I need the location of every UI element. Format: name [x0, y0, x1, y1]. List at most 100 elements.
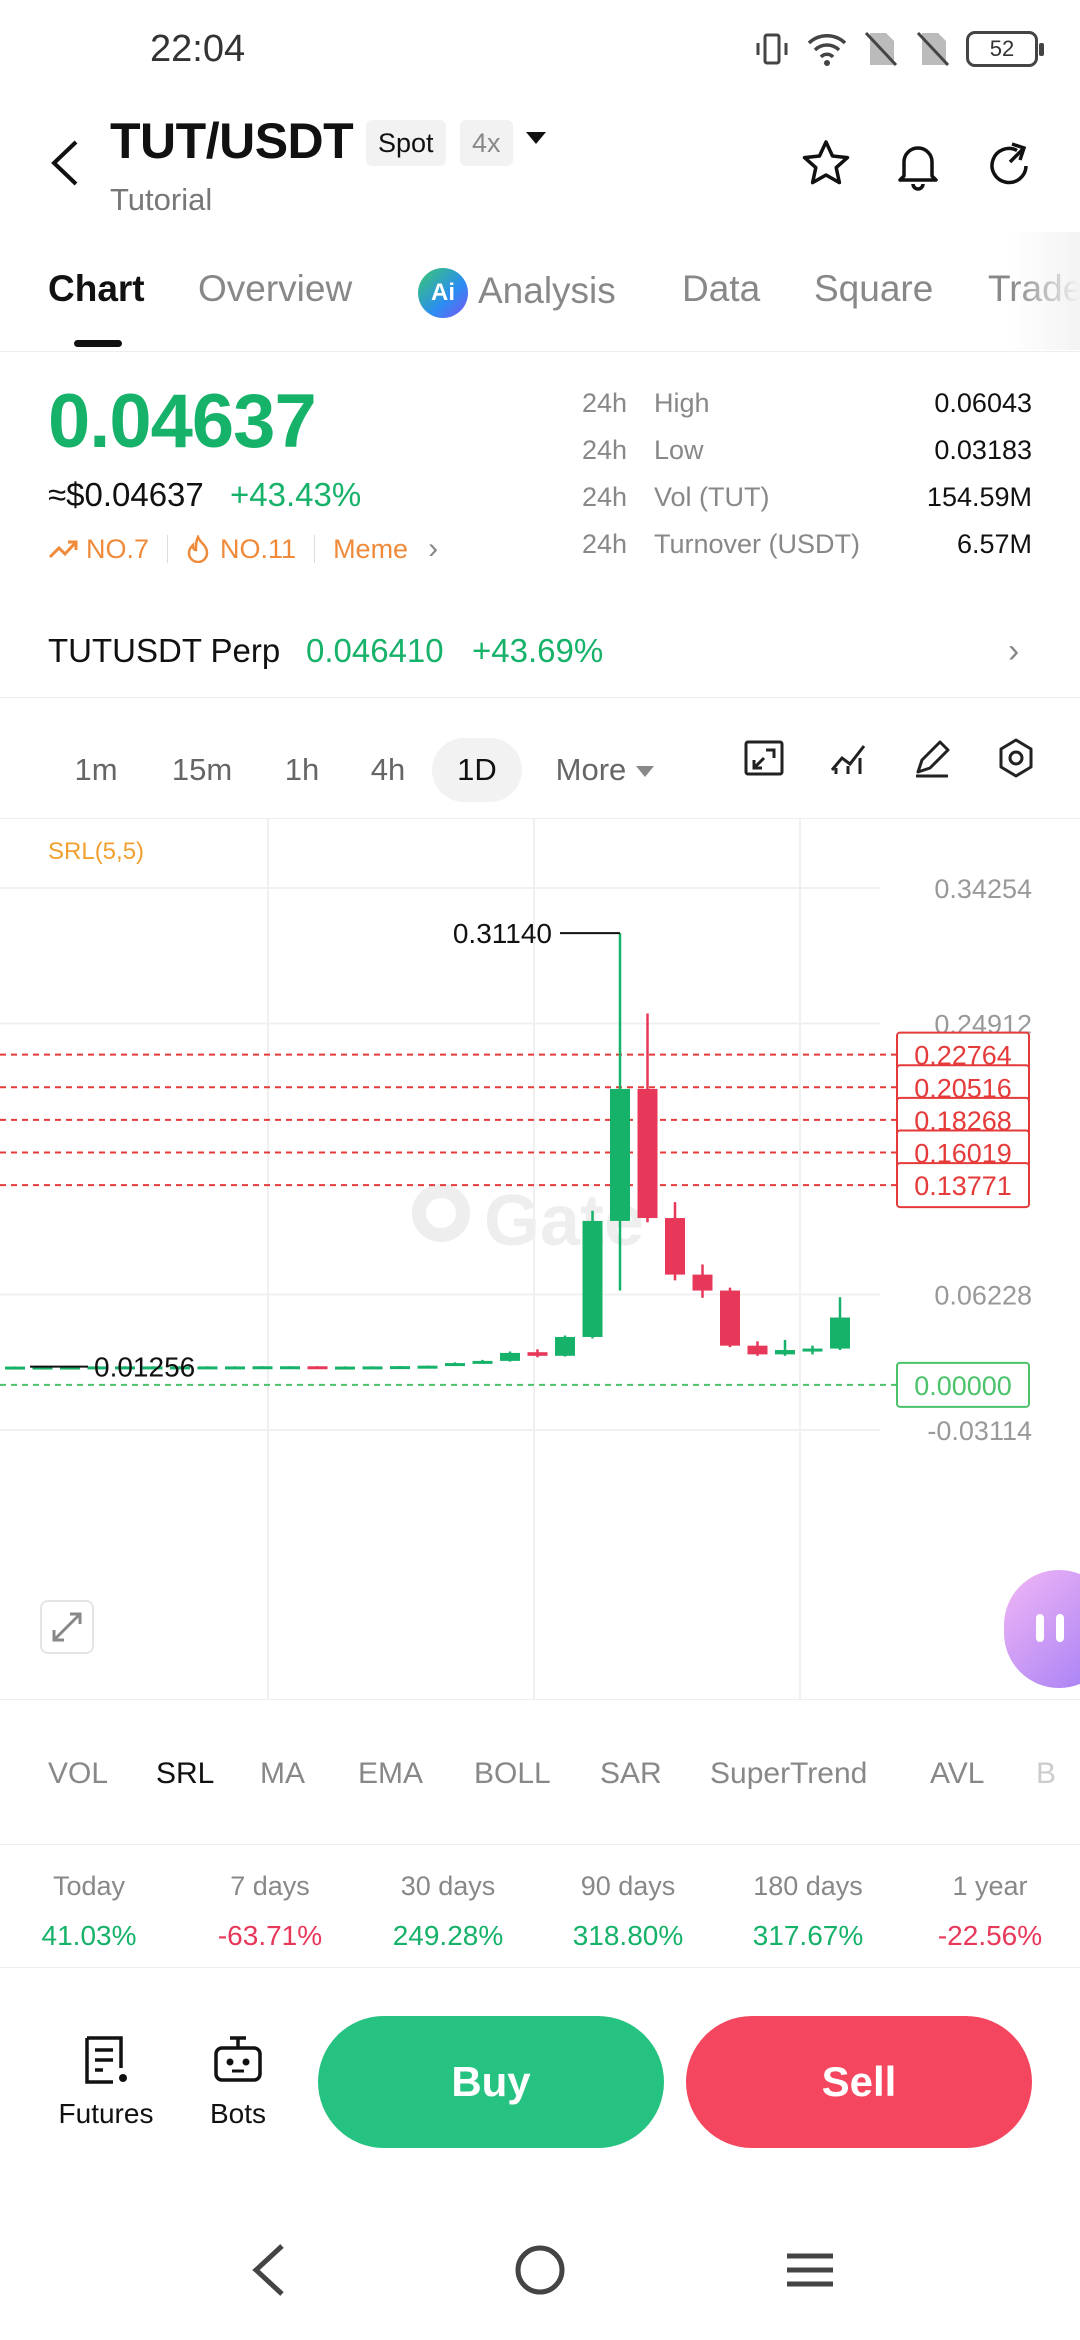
tab-overview[interactable]: Overview: [198, 268, 352, 310]
timeframe-4h[interactable]: 4h: [350, 738, 426, 802]
back-arrow-icon[interactable]: [44, 138, 88, 188]
indicators-icon[interactable]: [826, 736, 870, 780]
rank-gainers: NO.7: [86, 533, 150, 564]
indicator-boll[interactable]: BOLL: [474, 1757, 551, 1791]
candle-body: [445, 1363, 465, 1367]
candle-body: [472, 1360, 493, 1364]
perp-change: +43.69%: [472, 632, 604, 669]
perf-value: 249.28%: [392, 1920, 504, 1951]
perf-value: -22.56%: [937, 1920, 1043, 1951]
wifi-icon: [807, 34, 847, 66]
expand-chart-icon[interactable]: [40, 1600, 94, 1654]
no-sim-icon-2: [916, 31, 950, 67]
assistant-bar-icon: [1036, 1614, 1044, 1642]
star-icon[interactable]: [798, 136, 854, 192]
indicator-ema[interactable]: EMA: [358, 1757, 423, 1791]
draw-pen-icon[interactable]: [910, 736, 954, 780]
sell-button[interactable]: Sell: [686, 2016, 1032, 2148]
support-level-label: 0.00000: [914, 1371, 1012, 1401]
perf-value: 41.03%: [41, 1920, 137, 1951]
candle-body: [307, 1366, 328, 1370]
indicator-supertrend[interactable]: SuperTrend: [710, 1757, 867, 1791]
assistant-bar-icon: [1056, 1614, 1064, 1642]
fullscreen-chart-icon[interactable]: [742, 736, 786, 780]
candle-body: [802, 1348, 823, 1352]
candlestick-chart[interactable]: 0.342540.249120.06228-0.031142026/07/172…: [0, 818, 1080, 1700]
tab-chart[interactable]: Chart: [48, 268, 145, 310]
last-price: 0.04637: [48, 379, 317, 464]
futures-label: Futures: [58, 2098, 154, 2129]
perf-label: 1 year: [952, 1871, 1028, 1901]
buy-button[interactable]: Buy: [318, 2016, 664, 2148]
candle-body: [5, 1366, 25, 1370]
candle-body: [335, 1366, 355, 1370]
timeframe-15m[interactable]: 15m: [152, 738, 252, 802]
max-price-annotation: 0.31140: [453, 918, 552, 949]
candle-body: [197, 1366, 218, 1370]
rank-row[interactable]: NO.7 NO.11 Meme ›: [48, 532, 438, 566]
stat-period: 24h: [582, 482, 628, 512]
indicator-vol[interactable]: VOL: [48, 1757, 108, 1791]
bots-label: Bots: [209, 2098, 267, 2129]
bot-icon: [214, 2036, 262, 2082]
timeframe-1h[interactable]: 1h: [264, 738, 340, 802]
bell-icon[interactable]: [890, 136, 946, 192]
candle-body: [720, 1290, 740, 1346]
timeframe-more[interactable]: More: [540, 738, 670, 802]
flame-icon: [187, 535, 209, 563]
perf-value: 318.80%: [572, 1920, 684, 1951]
timeframe-more-label: More: [555, 752, 627, 787]
performance-row: Today 41.03% 7 days -63.71% 30 days 249.28%…: [0, 1844, 1080, 1968]
perp-name: TUTUSDT Perp: [48, 632, 281, 669]
candle-body: [362, 1366, 383, 1370]
candle-body: [280, 1366, 300, 1370]
tab-square[interactable]: Square: [814, 268, 933, 310]
futures-icon: [85, 2036, 127, 2084]
vibrate-icon: [756, 33, 788, 65]
pair-title[interactable]: TUT/USDT: [110, 112, 354, 170]
indicator-srl[interactable]: SRL: [156, 1757, 214, 1791]
timeframe-1m[interactable]: 1m: [56, 738, 136, 802]
indicator-b[interactable]: B: [1036, 1757, 1056, 1791]
y-axis-tick-label: 0.34254: [934, 874, 1032, 904]
perf-180d: 180 days 317.67%: [718, 1871, 898, 1952]
y-axis-tick-label: -0.03114: [927, 1416, 1032, 1446]
candle-body: [417, 1365, 438, 1369]
status-time: 22:04: [150, 28, 246, 70]
category-tag: Meme: [333, 533, 409, 564]
tab-data[interactable]: Data: [682, 268, 760, 310]
spot-badge: Spot: [366, 120, 446, 166]
main-tabs: Chart Overview AiAnalysis Data Square Tr…: [0, 256, 1080, 352]
futures-button[interactable]: Futures: [52, 2034, 160, 2130]
divider: [167, 535, 169, 563]
bots-button[interactable]: Bots: [188, 2034, 288, 2130]
candle-body: [637, 1088, 658, 1219]
settings-gear-icon[interactable]: [994, 736, 1038, 780]
perp-row[interactable]: TUTUSDT Perp 0.046410 +43.69% ›: [0, 612, 1080, 698]
stat-high: 24h High 0.06043: [582, 388, 1032, 428]
indicator-avl[interactable]: AVL: [930, 1757, 984, 1791]
stat-volume: 24h Vol (TUT) 154.59M: [582, 482, 1032, 522]
pair-dropdown-caret-icon[interactable]: [526, 132, 546, 144]
candle-body: [582, 1220, 603, 1337]
share-icon[interactable]: [982, 136, 1038, 192]
no-sim-icon: [864, 31, 898, 67]
stat-value: 0.03183: [934, 435, 1032, 465]
indicator-sar[interactable]: SAR: [600, 1757, 662, 1791]
timeframe-1d[interactable]: 1D: [432, 738, 522, 802]
nav-back-icon[interactable]: [236, 2240, 306, 2300]
indicator-ma[interactable]: MA: [260, 1757, 305, 1791]
tab-analysis[interactable]: Ai Analysis: [418, 268, 616, 318]
candle-body: [252, 1366, 273, 1370]
stat-label: Low: [654, 435, 704, 465]
tab-analysis-label: Analysis: [478, 269, 616, 311]
perf-label: Today: [52, 1871, 126, 1901]
status-icons: 52: [752, 28, 1044, 70]
stat-value: 0.06043: [934, 388, 1032, 418]
nav-menu-icon[interactable]: [775, 2240, 845, 2300]
perf-1y: 1 year -22.56%: [900, 1871, 1080, 1952]
active-tab-indicator: [74, 340, 122, 347]
leverage-badge: 4x: [460, 120, 513, 166]
nav-home-icon[interactable]: [505, 2240, 575, 2300]
stat-turnover: 24h Turnover (USDT) 6.57M: [582, 529, 1032, 569]
